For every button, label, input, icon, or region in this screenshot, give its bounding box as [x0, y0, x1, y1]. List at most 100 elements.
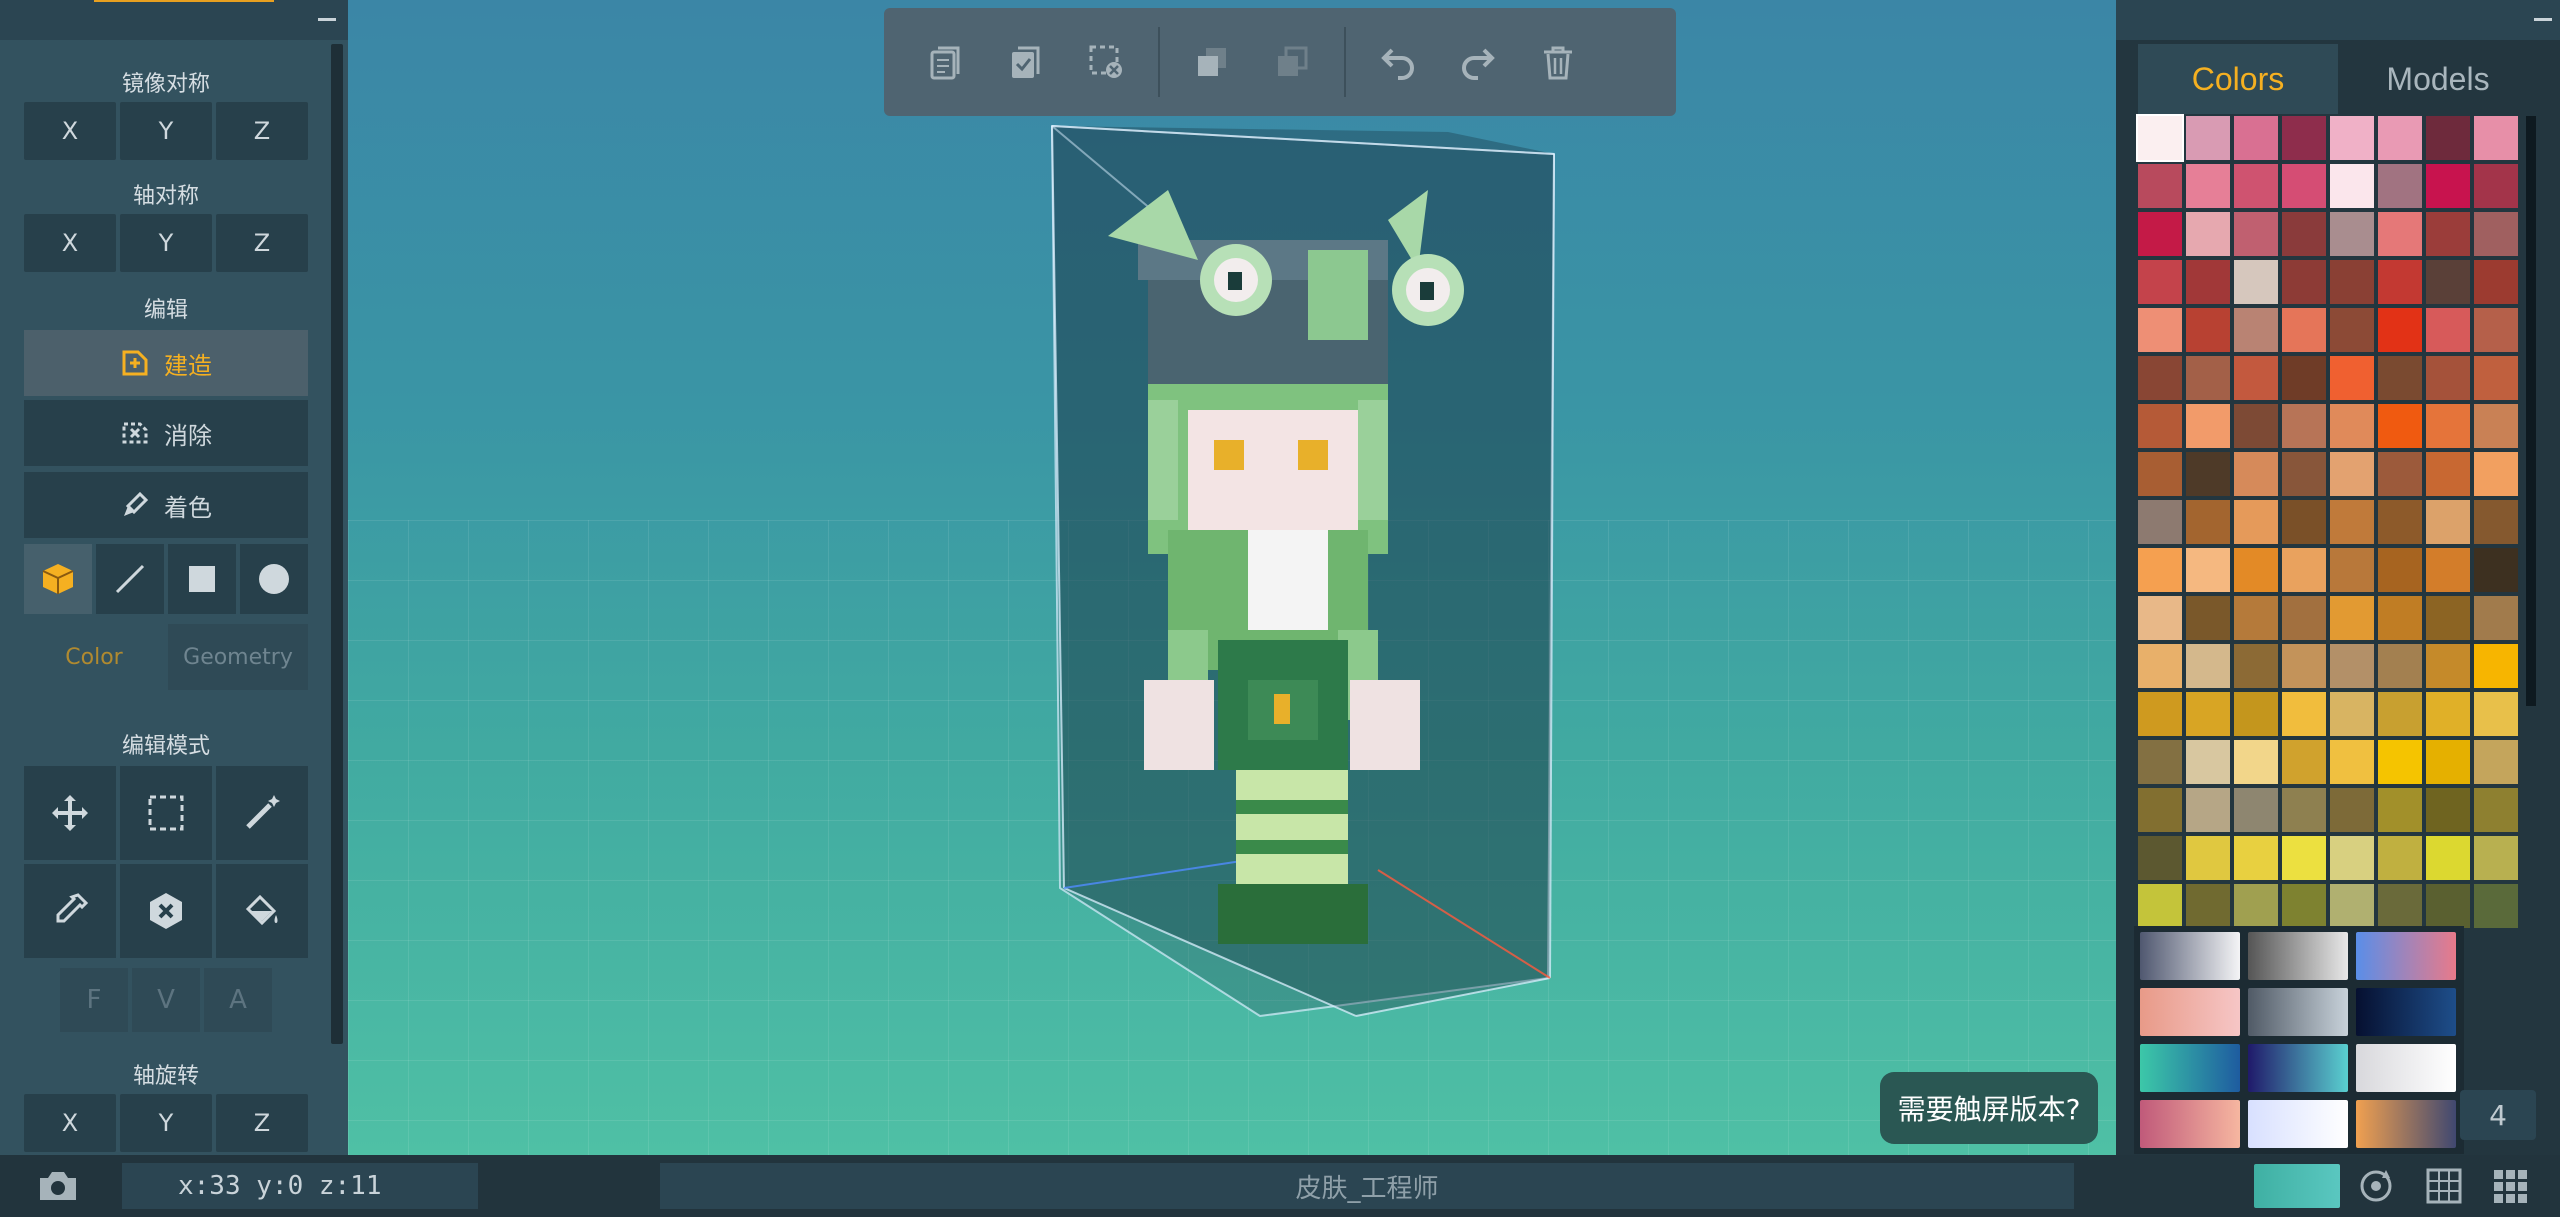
gradient-swatch[interactable] [2140, 988, 2240, 1036]
color-swatch[interactable] [2474, 452, 2518, 496]
color-swatch[interactable] [2186, 884, 2230, 928]
color-swatch[interactable] [2138, 740, 2182, 784]
cube-shape-button[interactable] [24, 544, 92, 614]
color-swatch[interactable] [2282, 788, 2326, 832]
left-panel-scrollbar[interactable] [331, 44, 343, 1044]
color-swatch[interactable] [2282, 884, 2326, 928]
color-swatch[interactable] [2138, 788, 2182, 832]
duplicate-back-button[interactable] [1252, 22, 1332, 102]
gradient-swatch[interactable] [2248, 1044, 2348, 1092]
color-swatch[interactable] [2330, 164, 2374, 208]
paint-button[interactable]: 着色 [24, 472, 308, 538]
color-swatch[interactable] [2474, 644, 2518, 688]
color-swatch[interactable] [2330, 884, 2374, 928]
color-swatch[interactable] [2426, 740, 2470, 784]
color-swatch[interactable] [2234, 500, 2278, 544]
color-swatch[interactable] [2330, 500, 2374, 544]
move-tool-button[interactable] [24, 766, 116, 860]
color-swatch[interactable] [2138, 212, 2182, 256]
color-swatch[interactable] [2426, 884, 2470, 928]
gradient-swatch[interactable] [2356, 932, 2456, 980]
color-swatch[interactable] [2378, 788, 2422, 832]
line-shape-button[interactable] [96, 544, 164, 614]
3d-viewport[interactable] [348, 0, 2116, 1155]
color-swatch[interactable] [2474, 260, 2518, 304]
duplicate-front-button[interactable] [1172, 22, 1252, 102]
face-mode-button[interactable]: F [60, 968, 128, 1032]
color-swatch[interactable] [2474, 356, 2518, 400]
color-swatch[interactable] [2138, 356, 2182, 400]
color-swatch[interactable] [2426, 212, 2470, 256]
color-swatch[interactable] [2282, 260, 2326, 304]
axis-sym-x-button[interactable]: X [24, 214, 116, 272]
rotate-z-button[interactable]: Z [216, 1094, 308, 1152]
mirror-x-button[interactable]: X [24, 102, 116, 160]
redo-button[interactable] [1438, 22, 1518, 102]
eyedropper-button[interactable] [24, 864, 116, 958]
color-swatch[interactable] [2234, 548, 2278, 592]
color-swatch[interactable] [2330, 116, 2374, 160]
color-swatch[interactable] [2330, 644, 2374, 688]
copy-button[interactable] [906, 22, 986, 102]
color-swatch[interactable] [2186, 404, 2230, 448]
color-swatch[interactable] [2234, 452, 2278, 496]
color-swatch[interactable] [2234, 644, 2278, 688]
color-swatch[interactable] [2330, 212, 2374, 256]
all-mode-button[interactable]: A [204, 968, 272, 1032]
color-swatch[interactable] [2138, 548, 2182, 592]
color-swatch[interactable] [2378, 116, 2422, 160]
gradient-swatch[interactable] [2248, 1100, 2348, 1148]
gradient-swatch[interactable] [2140, 932, 2240, 980]
grid-toggle-button[interactable] [2424, 1166, 2464, 1210]
color-swatch[interactable] [2474, 164, 2518, 208]
color-swatch[interactable] [2426, 164, 2470, 208]
color-swatch[interactable] [2138, 404, 2182, 448]
gradient-swatch[interactable] [2140, 1044, 2240, 1092]
color-swatch[interactable] [2426, 548, 2470, 592]
color-swatch[interactable] [2138, 164, 2182, 208]
reset-view-button[interactable] [2356, 1166, 2396, 1210]
color-swatch[interactable] [2426, 356, 2470, 400]
square-shape-button[interactable] [168, 544, 236, 614]
color-swatch[interactable] [2234, 164, 2278, 208]
color-swatch[interactable] [2474, 116, 2518, 160]
color-swatch[interactable] [2378, 404, 2422, 448]
voxel-mode-button[interactable]: V [132, 968, 200, 1032]
color-swatch[interactable] [2282, 404, 2326, 448]
color-swatch[interactable] [2378, 884, 2422, 928]
color-swatch[interactable] [2186, 308, 2230, 352]
color-swatch[interactable] [2474, 212, 2518, 256]
color-swatch[interactable] [2186, 836, 2230, 880]
tab-color[interactable]: Color [24, 624, 164, 690]
color-swatch[interactable] [2186, 452, 2230, 496]
color-swatch[interactable] [2138, 308, 2182, 352]
gradient-swatch[interactable] [2248, 932, 2348, 980]
tab-colors[interactable]: Colors [2138, 44, 2338, 114]
mirror-z-button[interactable]: Z [216, 102, 308, 160]
color-swatch[interactable] [2378, 212, 2422, 256]
color-swatch[interactable] [2234, 212, 2278, 256]
color-swatch[interactable] [2234, 884, 2278, 928]
color-swatch[interactable] [2378, 836, 2422, 880]
touch-version-tooltip[interactable]: 需要触屏版本? [1880, 1072, 2098, 1144]
color-swatch[interactable] [2426, 596, 2470, 640]
color-swatch[interactable] [2282, 116, 2326, 160]
delete-voxel-button[interactable] [120, 864, 212, 958]
fill-bucket-button[interactable] [216, 864, 308, 958]
color-swatch[interactable] [2426, 788, 2470, 832]
color-swatch[interactable] [2138, 836, 2182, 880]
color-swatch[interactable] [2282, 740, 2326, 784]
color-swatch[interactable] [2474, 740, 2518, 784]
color-swatch[interactable] [2330, 740, 2374, 784]
color-swatch[interactable] [2378, 596, 2422, 640]
color-swatch[interactable] [2282, 212, 2326, 256]
build-button[interactable]: 建造 [24, 330, 308, 396]
color-swatch[interactable] [2378, 500, 2422, 544]
camera-button[interactable] [36, 1168, 80, 1208]
color-swatch[interactable] [2186, 164, 2230, 208]
select-tool-button[interactable] [120, 766, 212, 860]
clear-selection-button[interactable] [1066, 22, 1146, 102]
color-swatch[interactable] [2138, 260, 2182, 304]
color-swatch[interactable] [2138, 692, 2182, 736]
color-swatch[interactable] [2378, 452, 2422, 496]
